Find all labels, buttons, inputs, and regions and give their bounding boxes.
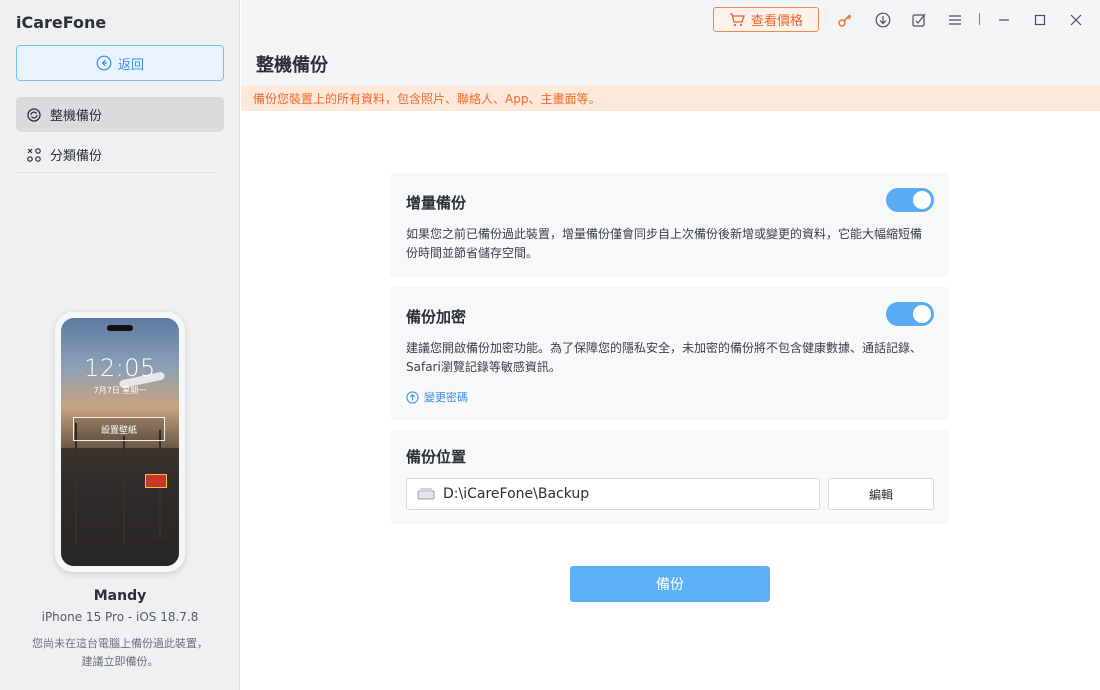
palm-tree	[123, 436, 125, 546]
street-scene	[61, 448, 179, 566]
street-sign	[145, 474, 167, 488]
back-button[interactable]: 返回	[16, 45, 224, 81]
divider	[16, 172, 216, 173]
sidebar: iCareFone 返回 整機備份 分類備份 12:05 7月7日 星期一 設置…	[0, 0, 240, 690]
drive-icon	[417, 488, 435, 500]
view-price-button[interactable]: 查看價格	[713, 7, 819, 32]
sidebar-item-full-backup[interactable]: 整機備份	[16, 97, 224, 132]
header	[241, 0, 1100, 85]
cart-icon	[729, 12, 745, 26]
lock-time: 12:05	[84, 354, 156, 382]
incremental-backup-card: 增量備份 如果您之前已備份過此裝置，增量備份僅會同步自上次備份後新增或變更的資料…	[390, 173, 949, 277]
close-icon[interactable]	[1067, 11, 1085, 29]
lock-date: 7月7日 星期一	[93, 386, 147, 395]
sidebar-item-label: 分類備份	[50, 149, 103, 164]
change-password-label: 變更密碼	[424, 391, 468, 404]
download-icon[interactable]	[874, 11, 892, 29]
menu-icon[interactable]	[946, 11, 964, 29]
backup-path-field[interactable]: D:\iCareFone\Backup	[406, 478, 820, 510]
toggle-knob	[913, 305, 931, 323]
maximize-icon[interactable]	[1031, 11, 1049, 29]
backup-encryption-card: 備份加密 建議您開啟備份加密功能。為了保障您的隱私安全，未加密的備份將不包含健康…	[390, 287, 949, 420]
upload-circle-icon	[406, 390, 419, 404]
backup-encryption-desc: 建議您開啟備份加密功能。為了保障您的隱私安全，未加密的備份將不包含健康數據、通話…	[406, 341, 923, 374]
palm-tree	[75, 423, 77, 543]
notice-banner: 備份您裝置上的所有資料，包含照片、聯絡人、App、主畫面等。	[241, 85, 1100, 111]
device-model: iPhone 15 Pro - iOS 18.7.8	[41, 610, 199, 624]
key-icon[interactable]	[836, 11, 854, 29]
toggle-knob	[913, 191, 931, 209]
device-image: 12:05 7月7日 星期一 設置壁紙	[55, 312, 185, 572]
backup-path-value: D:\iCareFone\Backup	[443, 486, 590, 502]
page-title: 整機備份	[256, 55, 328, 76]
sidebar-item-label: 整機備份	[50, 109, 103, 124]
backup-reminder: 您尚未在這台電腦上備份過此裝置， 建議立即備份。	[20, 635, 220, 671]
dynamic-island	[107, 325, 133, 331]
backup-location-title: 備份位置	[406, 448, 467, 466]
minimize-icon[interactable]	[995, 11, 1013, 29]
change-password-link[interactable]: 變更密碼	[406, 389, 468, 405]
incremental-backup-toggle[interactable]	[886, 188, 934, 212]
view-price-label: 查看價格	[750, 14, 803, 29]
edit-path-button[interactable]: 編輯	[828, 478, 934, 510]
backup-reminder-line: 建議立即備份。	[81, 655, 159, 668]
backup-button[interactable]: 備份	[570, 566, 770, 602]
backup-reminder-line: 您尚未在這台電腦上備份過此裝置，	[32, 637, 208, 650]
incremental-backup-title: 增量備份	[406, 194, 467, 212]
app-title: iCareFone	[16, 13, 107, 32]
category-icon	[27, 147, 41, 162]
lock-screen: 12:05 7月7日 星期一 設置壁紙	[61, 318, 179, 566]
sidebar-item-category-backup[interactable]: 分類備份	[16, 137, 224, 172]
device-name: Mandy	[93, 588, 147, 604]
backup-location-card: 備份位置 D:\iCareFone\Backup 編輯	[390, 430, 949, 524]
feedback-icon[interactable]	[910, 11, 928, 29]
incremental-backup-desc: 如果您之前已備份過此裝置，增量備份僅會同步自上次備份後新增或變更的資料，它能大幅…	[406, 227, 923, 260]
backup-encryption-toggle[interactable]	[886, 302, 934, 326]
backup-encryption-title: 備份加密	[406, 308, 467, 326]
back-arrow-icon	[96, 55, 112, 71]
toolbar-divider	[979, 13, 980, 25]
back-button-label: 返回	[117, 57, 144, 73]
set-wallpaper-button[interactable]: 設置壁紙	[73, 417, 165, 441]
refresh-icon	[27, 107, 41, 122]
